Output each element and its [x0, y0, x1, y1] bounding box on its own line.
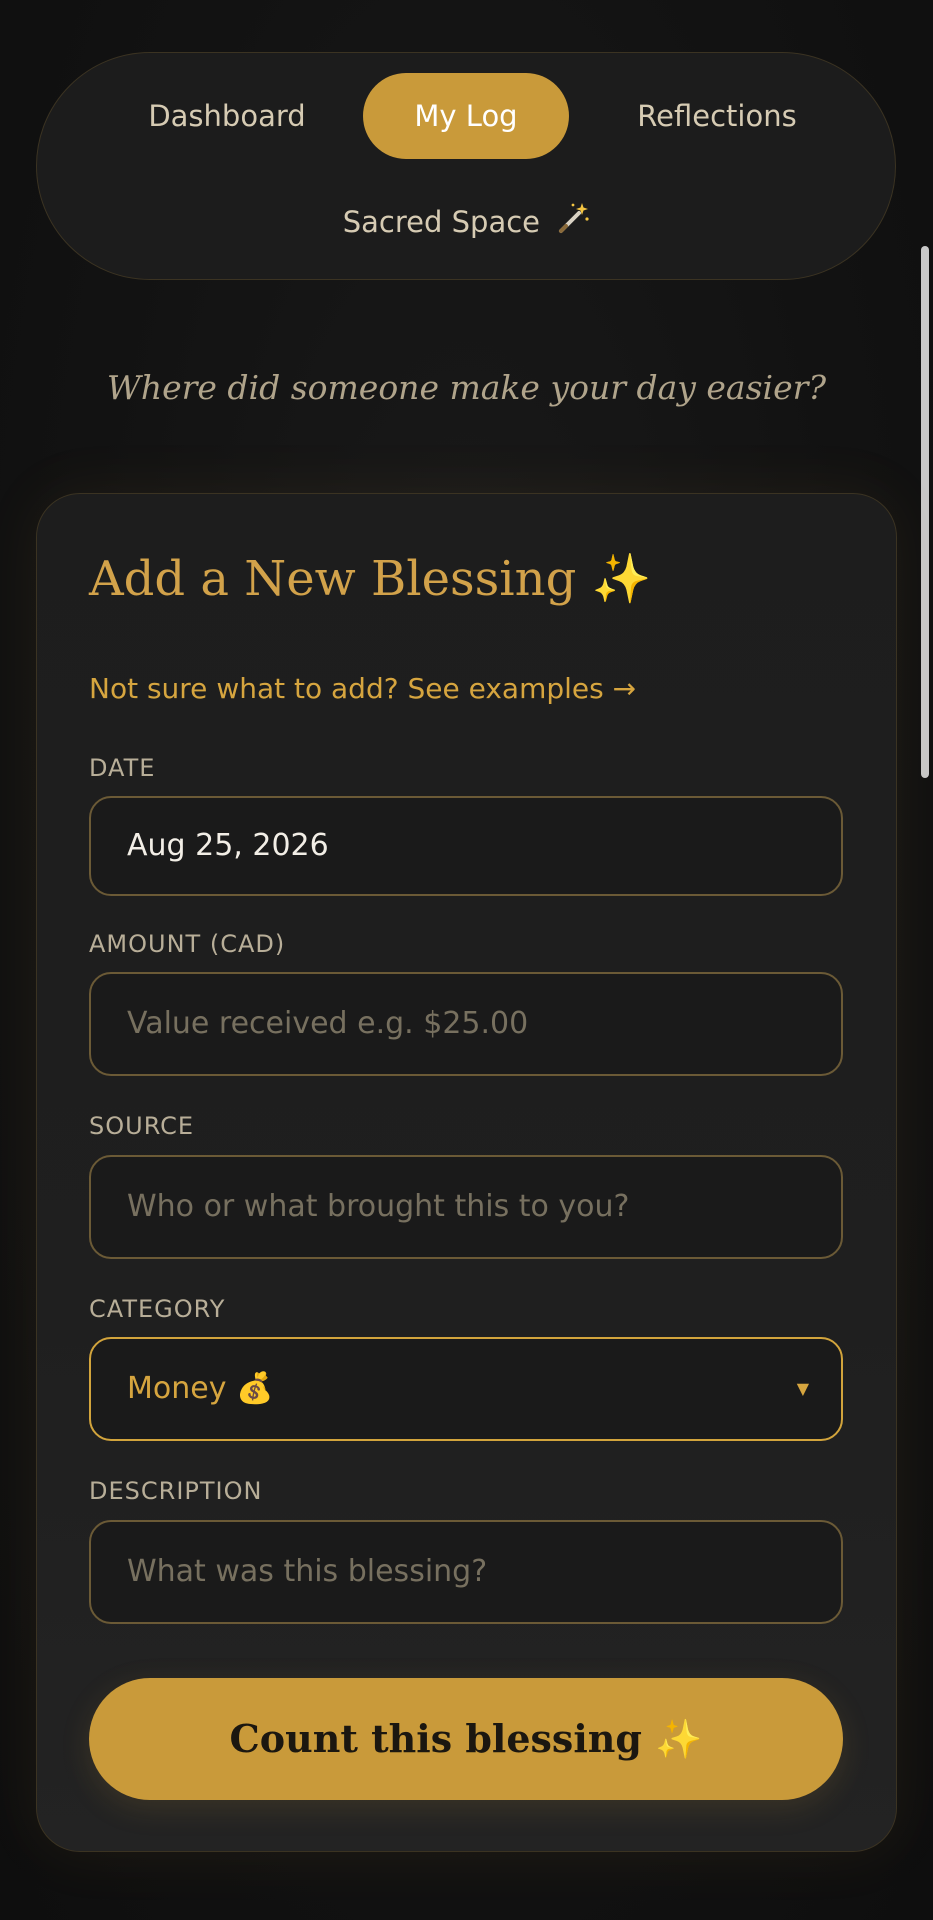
count-blessing-button[interactable]: Count this blessing ✨ [89, 1678, 843, 1800]
date-field[interactable]: Aug 25, 2026 [89, 796, 843, 896]
scrollbar[interactable] [919, 0, 929, 1920]
nav-item-sacred-space[interactable]: Sacred Space [327, 179, 607, 265]
main-nav: Dashboard My Log Reflections Sacred Spac… [36, 52, 896, 280]
amount-placeholder: Value received e.g. $25.00 [127, 1006, 529, 1041]
amount-label: AMOUNT (CAD) [89, 930, 286, 958]
date-label: DATE [89, 754, 156, 782]
category-value: Money 💰 [127, 1371, 274, 1406]
nav-item-sacred-space-label: Sacred Space [342, 205, 541, 239]
category-select[interactable]: Money 💰 ▼ [89, 1337, 843, 1441]
nav-item-reflections[interactable]: Reflections [597, 73, 837, 159]
date-value: Aug 25, 2026 [127, 828, 329, 863]
amount-input[interactable]: Value received e.g. $25.00 [89, 972, 843, 1076]
nav-item-dashboard[interactable]: Dashboard [117, 73, 337, 159]
chevron-down-icon: ▼ [796, 1379, 809, 1398]
source-placeholder: Who or what brought this to you? [127, 1189, 630, 1224]
source-label: SOURCE [89, 1112, 195, 1140]
magic-wand-icon [555, 183, 591, 269]
app-page: Dashboard My Log Reflections Sacred Spac… [0, 0, 933, 1920]
category-label: CATEGORY [89, 1295, 226, 1323]
see-examples-link[interactable]: Not sure what to add? See examples → [89, 672, 636, 705]
description-input[interactable]: What was this blessing? [89, 1520, 843, 1624]
add-blessing-card: Add a New Blessing ✨ Not sure what to ad… [36, 493, 897, 1852]
scrollbar-thumb[interactable] [921, 246, 929, 778]
page-prompt: Where did someone make your day easier? [106, 368, 827, 407]
nav-item-my-log[interactable]: My Log [363, 73, 569, 159]
description-placeholder: What was this blessing? [127, 1554, 488, 1589]
source-input[interactable]: Who or what brought this to you? [89, 1155, 843, 1259]
description-label: DESCRIPTION [89, 1477, 263, 1505]
card-title: Add a New Blessing ✨ [89, 551, 652, 607]
